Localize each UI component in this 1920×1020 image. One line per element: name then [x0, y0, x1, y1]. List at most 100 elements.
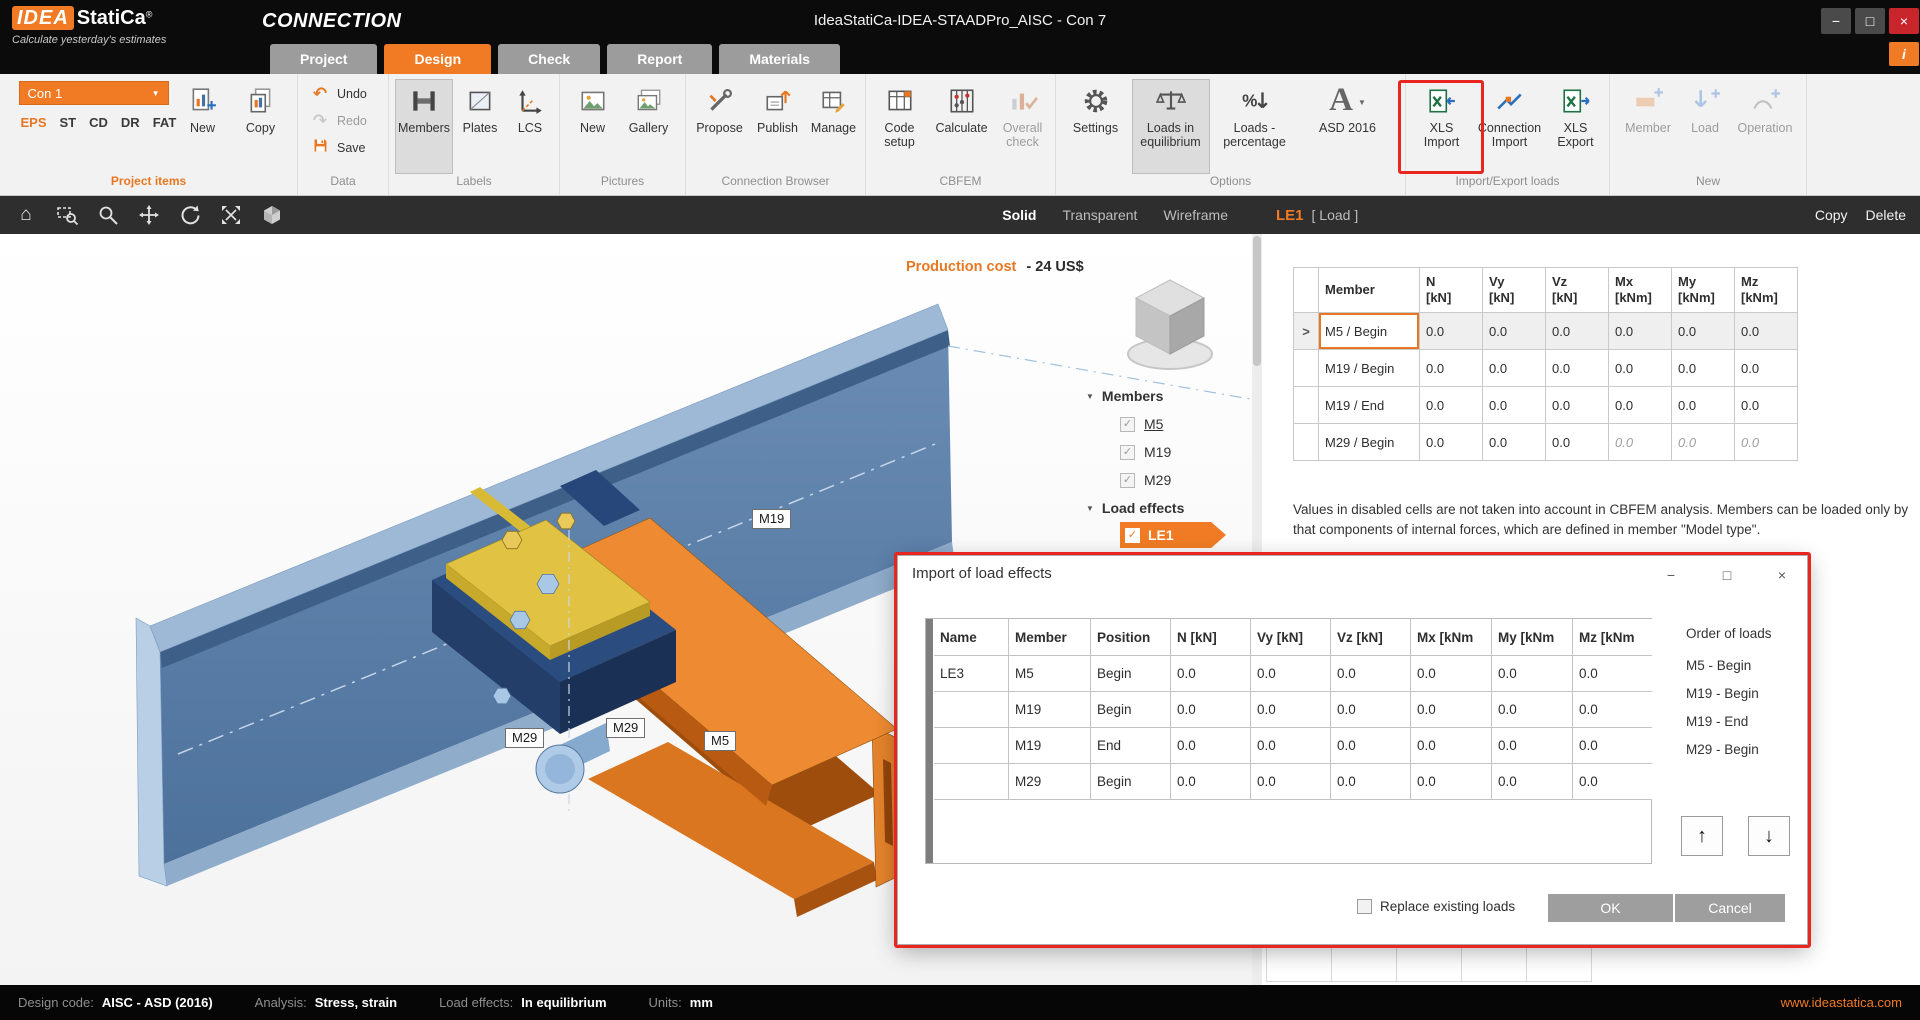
- table-cell[interactable]: 0.0: [1735, 350, 1797, 386]
- tree-group-load-effects[interactable]: ▼ Load effects: [1086, 494, 1252, 522]
- tree-group-members[interactable]: ▼ Members: [1086, 382, 1252, 410]
- analysis-value: Stress, strain: [315, 995, 397, 1010]
- manage-button[interactable]: Manage: [807, 79, 861, 174]
- tree-item-m19[interactable]: ✓ M19: [1086, 438, 1252, 466]
- tree-item-le1[interactable]: ✓ LE1: [1120, 522, 1226, 548]
- table-cell[interactable]: 0.0: [1672, 313, 1734, 349]
- view-cube[interactable]: [1122, 274, 1218, 379]
- table-cell[interactable]: 0.0: [1546, 424, 1608, 460]
- pan-icon[interactable]: [137, 203, 161, 227]
- loads-percentage-button[interactable]: % Loads - percentage: [1216, 79, 1294, 174]
- loads-in-equilibrium-button[interactable]: Loads in equilibrium: [1132, 79, 1210, 174]
- col-header-n: N[kN]: [1420, 268, 1482, 312]
- undo-button[interactable]: ↶Undo: [310, 82, 367, 105]
- publish-button[interactable]: Publish: [751, 79, 805, 174]
- table-cell[interactable]: 0.0: [1420, 313, 1482, 349]
- save-button[interactable]: Save: [310, 136, 366, 159]
- gallery-button[interactable]: Gallery: [620, 79, 678, 174]
- logo-registered-mark: ®: [146, 10, 153, 20]
- redo-label: Redo: [337, 114, 367, 128]
- new-member-button[interactable]: Member: [1618, 79, 1678, 174]
- table-cell[interactable]: 0.0: [1546, 350, 1608, 386]
- copy-project-item-button[interactable]: Copy: [235, 79, 287, 174]
- table-cell[interactable]: 0.0: [1609, 313, 1671, 349]
- new-project-item-button[interactable]: New: [177, 79, 229, 174]
- project-item-flags: EPS ST CD DR FAT: [19, 115, 171, 130]
- checkbox-m29[interactable]: ✓: [1120, 473, 1135, 488]
- tree-item-m5[interactable]: ✓ M5: [1086, 410, 1252, 438]
- new-picture-button[interactable]: New: [568, 79, 618, 174]
- zoom-window-icon[interactable]: [55, 203, 79, 227]
- publish-icon: [763, 84, 793, 118]
- settings-button[interactable]: Settings: [1066, 79, 1126, 174]
- copy-load-button[interactable]: Copy: [1815, 207, 1848, 223]
- rotate-view-icon[interactable]: [178, 203, 202, 227]
- tab-materials[interactable]: Materials: [719, 44, 840, 74]
- tree-item-m29-label[interactable]: M29: [1144, 472, 1171, 488]
- table-cell[interactable]: 0.0: [1483, 424, 1545, 460]
- propose-button[interactable]: Propose: [691, 79, 749, 174]
- home-view-icon[interactable]: ⌂: [14, 203, 38, 227]
- table-cell[interactable]: M19 / Begin: [1319, 350, 1419, 386]
- new-load-icon: [1690, 84, 1720, 118]
- window-maximize-button[interactable]: □: [1855, 8, 1885, 34]
- tree-item-le1-label: LE1: [1148, 527, 1174, 543]
- table-cell[interactable]: 0.0: [1483, 313, 1545, 349]
- table-cell[interactable]: M19 / End: [1319, 387, 1419, 423]
- window-minimize-button[interactable]: −: [1821, 8, 1851, 34]
- ribbon: Con 1 ▼ EPS ST CD DR FAT New Copy P: [0, 74, 1920, 196]
- tree-item-m5-label[interactable]: M5: [1144, 416, 1163, 432]
- checkbox-m19[interactable]: ✓: [1120, 445, 1135, 460]
- table-cell[interactable]: 0.0: [1483, 387, 1545, 423]
- row-gutter: [1294, 350, 1318, 386]
- display-mode-wireframe[interactable]: Wireframe: [1163, 207, 1228, 223]
- display-mode-solid[interactable]: Solid: [1002, 207, 1036, 223]
- code-setup-button[interactable]: Code setup: [871, 79, 929, 174]
- tab-design[interactable]: Design: [384, 44, 491, 74]
- new-operation-button[interactable]: Operation: [1732, 79, 1798, 174]
- window-close-button[interactable]: ×: [1889, 8, 1919, 34]
- table-cell[interactable]: 0.0: [1672, 387, 1734, 423]
- group-label-pictures: Pictures: [560, 174, 685, 195]
- table-cell[interactable]: M29 / Begin: [1319, 424, 1419, 460]
- display-mode-transparent[interactable]: Transparent: [1062, 207, 1137, 223]
- tree-item-m29[interactable]: ✓ M29: [1086, 466, 1252, 494]
- project-item-selector[interactable]: Con 1 ▼: [19, 81, 169, 105]
- tab-report[interactable]: Report: [607, 44, 712, 74]
- connection-import-button[interactable]: Connection Import: [1475, 79, 1545, 174]
- info-button[interactable]: i: [1889, 42, 1919, 66]
- table-cell[interactable]: 0.0: [1546, 313, 1608, 349]
- lcs-labels-button[interactable]: LCS: [507, 79, 553, 174]
- tab-check[interactable]: Check: [498, 44, 600, 74]
- table-cell[interactable]: 0.0: [1672, 350, 1734, 386]
- table-cell[interactable]: 0.0: [1483, 350, 1545, 386]
- checkbox-m5[interactable]: ✓: [1120, 417, 1135, 432]
- overall-check-button[interactable]: Overall check: [995, 79, 1051, 174]
- new-load-button[interactable]: Load: [1680, 79, 1730, 174]
- solid-view-cube-icon[interactable]: [260, 203, 284, 227]
- table-cell[interactable]: 0.0: [1546, 387, 1608, 423]
- design-code-button[interactable]: A▼ ASD 2016: [1300, 79, 1396, 174]
- table-cell[interactable]: 0.0: [1609, 350, 1671, 386]
- member-label-m29a: M29: [505, 728, 544, 748]
- table-cell[interactable]: 0.0: [1735, 387, 1797, 423]
- website-link[interactable]: www.ideastatica.com: [1781, 995, 1902, 1010]
- zoom-icon[interactable]: [96, 203, 120, 227]
- table-cell[interactable]: 0.0: [1420, 387, 1482, 423]
- tab-project[interactable]: Project: [270, 44, 377, 74]
- table-cell[interactable]: 0.0: [1735, 313, 1797, 349]
- redo-button[interactable]: ↷Redo: [310, 109, 367, 132]
- table-cell[interactable]: 0.0: [1420, 424, 1482, 460]
- table-cell[interactable]: M5 / Begin: [1319, 313, 1419, 349]
- table-cell[interactable]: 0.0: [1609, 387, 1671, 423]
- members-labels-button[interactable]: Members: [395, 79, 453, 174]
- xls-export-button[interactable]: XLS Export: [1547, 79, 1605, 174]
- plates-labels-button[interactable]: Plates: [455, 79, 505, 174]
- checkbox-le1[interactable]: ✓: [1125, 528, 1140, 543]
- delete-load-button[interactable]: Delete: [1866, 207, 1906, 223]
- calculate-button[interactable]: Calculate: [931, 79, 993, 174]
- tree-item-m19-label[interactable]: M19: [1144, 444, 1171, 460]
- zoom-fit-icon[interactable]: [219, 203, 243, 227]
- table-cell[interactable]: 0.0: [1420, 350, 1482, 386]
- panel-scrollbar-thumb[interactable]: [1253, 236, 1261, 366]
